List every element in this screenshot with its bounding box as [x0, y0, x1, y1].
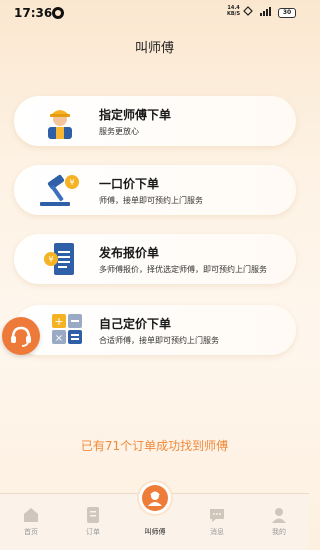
tab-orders[interactable]: 订单 [68, 494, 118, 550]
card-title: 自己定价下单 [99, 317, 172, 331]
tab-label: 首页 [24, 528, 38, 536]
home-icon [24, 508, 38, 522]
svg-text:¥: ¥ [69, 178, 74, 187]
headset-icon [11, 326, 31, 347]
card-self-price[interactable]: + × 自己定价下单 合适师傅，接单即可预约上门服务 [14, 305, 296, 355]
page-title: 叫师傅 [134, 41, 174, 56]
signal-wifi-icon [243, 6, 271, 16]
order-success-count-text: 已有71个订单成功找到师傅 [80, 439, 229, 453]
svg-text:¥: ¥ [48, 255, 53, 264]
bottom-tab-bar: 首页 订单 叫师傅 消息 我的 [0, 482, 309, 550]
gavel-icon: ¥ [40, 174, 79, 206]
customer-service-button[interactable] [2, 317, 40, 355]
call-master-button [139, 482, 171, 514]
worker-avatar-icon [148, 491, 162, 506]
tab-label: 消息 [210, 528, 224, 536]
notification-app-icon [52, 7, 64, 19]
status-bar: 17:36 14.4 KB/S 30 [0, 0, 309, 26]
message-icon [210, 509, 224, 522]
worker-icon [48, 110, 72, 139]
svg-text:+: + [54, 315, 63, 328]
card-title: 一口价下单 [99, 177, 160, 191]
card-publish-quote[interactable]: ¥ 发布报价单 多师傅报价，择优选定师傅，即可预约上门服务 [14, 234, 296, 284]
status-time: 17:36 [14, 6, 53, 20]
card-title: 指定师傅下单 [99, 108, 172, 122]
card-designated-master[interactable]: 指定师傅下单 服务更放心 [14, 96, 296, 146]
card-fixed-price[interactable]: ¥ 一口价下单 师傅，接单即可预约上门服务 [14, 165, 296, 215]
card-subtitle: 师傅，接单即可预约上门服务 [99, 196, 203, 205]
card-title: 发布报价单 [99, 246, 160, 260]
tab-profile[interactable]: 我的 [254, 494, 304, 550]
calculator-icon: + × [52, 314, 82, 344]
card-subtitle: 合适师傅，接单即可预约上门服务 [99, 336, 219, 345]
profile-icon [272, 508, 286, 523]
battery-indicator: 30 [278, 8, 296, 18]
svg-text:×: × [55, 333, 63, 344]
card-subtitle: 服务更放心 [99, 127, 139, 136]
order-icon [87, 507, 99, 523]
tab-label: 叫师傅 [144, 528, 166, 536]
tab-call-master[interactable]: 叫师傅 [130, 482, 180, 550]
tab-label: 我的 [272, 528, 286, 536]
tab-home[interactable]: 首页 [6, 494, 56, 550]
quote-sheet-icon: ¥ [44, 243, 74, 275]
tab-label: 订单 [86, 528, 100, 536]
card-subtitle: 多师傅报价，择优选定师傅，即可预约上门服务 [99, 265, 267, 274]
network-speed: 14.4 KB/S [227, 5, 241, 17]
tab-messages[interactable]: 消息 [192, 494, 242, 550]
